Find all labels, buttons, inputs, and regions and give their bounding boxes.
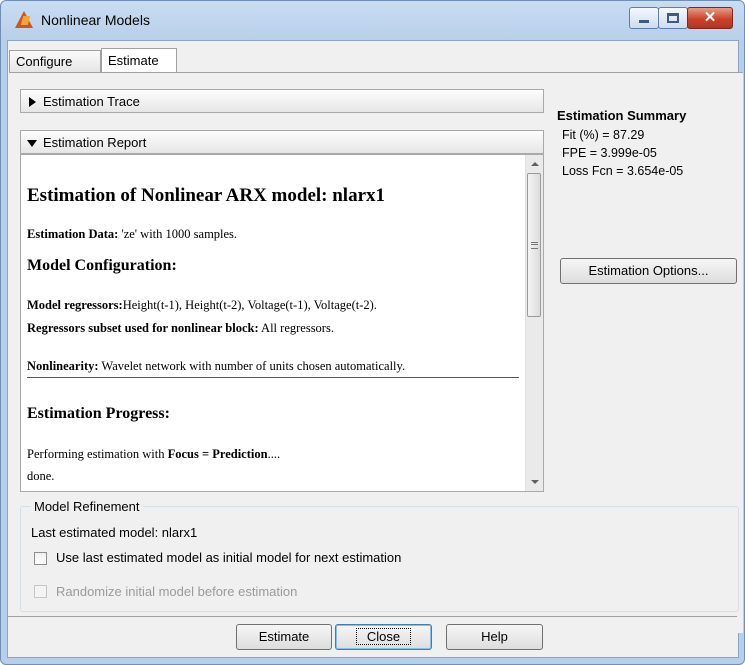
scroll-up-arrow-icon[interactable] [526,155,543,172]
loss-fcn-value: Loss Fcn = 3.654e-05 [562,164,684,178]
nonlinearity-line: Nonlinearity: Wavelet network with numbe… [27,359,405,374]
done-line: done. [27,469,55,483]
use-last-model-label[interactable]: Use last estimated model as initial mode… [56,550,401,565]
grip-icon [531,242,538,249]
minimize-icon [639,20,649,23]
nonlinearity-value: Wavelet network with number of units cho… [98,359,406,373]
estimation-report-panel[interactable]: Estimation of Nonlinear ARX model: nlarx… [20,154,544,492]
minimize-button[interactable] [629,7,659,29]
report-title: Estimation of Nonlinear ARX model: nlarx… [27,185,386,206]
estimation-trace-label: Estimation Trace [43,94,140,109]
focus-text: Focus = Prediction [167,447,268,461]
scrollbar-thumb[interactable] [527,173,541,317]
model-configuration-heading: Model Configuration: [27,257,177,274]
tab-configure[interactable]: Configure [9,50,101,72]
performing-prefix: Performing estimation with [27,447,168,461]
window-title: Nonlinear Models [41,12,150,28]
estimation-progress-heading: Estimation Progress: [27,405,170,422]
title-bar[interactable]: Nonlinear Models ✕ [1,1,744,41]
use-last-model-checkbox[interactable] [34,552,47,565]
estimation-data-line: Estimation Data: 'ze' with 1000 samples. [27,227,237,242]
maximize-button[interactable] [658,7,688,29]
collapse-arrow-icon [27,140,37,147]
button-bar-separator [8,616,737,617]
estimation-report-label: Estimation Report [43,135,147,150]
matlab-logo-icon [15,11,33,28]
report-divider [27,377,519,378]
estimation-summary-title: Estimation Summary [557,108,687,123]
nonlinearity-label: Nonlinearity: [27,359,99,373]
expand-arrow-icon [29,97,36,107]
performing-estimation-line: Performing estimation with Focus = Predi… [27,447,280,462]
report-scrollbar[interactable] [525,155,543,491]
estimation-data-value: 'ze' with 1000 samples. [118,227,238,241]
estimate-button[interactable]: Estimate [236,624,332,650]
regressors-subset-label: Regressors subset used for nonlinear blo… [27,321,259,335]
estimation-trace-header[interactable]: Estimation Trace [20,89,544,113]
model-regressors-value: Height(t-1), Height(t-2), Voltage(t-1), … [122,298,377,312]
performing-suffix: .... [267,447,281,461]
estimation-data-label: Estimation Data: [27,227,119,241]
last-estimated-model-text: Last estimated model: nlarx1 [31,525,198,540]
estimation-report-header[interactable]: Estimation Report [20,130,544,154]
randomize-initial-model-label: Randomize initial model before estimatio… [56,584,298,599]
fpe-value: FPE = 3.999e-05 [562,146,657,160]
model-refinement-legend: Model Refinement [31,499,143,514]
model-regressors-line: Model regressors:Height(t-1), Height(t-2… [27,298,377,313]
close-button-label: Close [355,628,412,645]
fit-value: Fit (%) = 87.29 [562,128,645,142]
scroll-down-arrow-icon[interactable] [526,474,543,491]
estimation-options-button[interactable]: Estimation Options... [560,258,737,284]
window-close-button[interactable]: ✕ [687,7,733,29]
close-icon: ✕ [703,9,717,26]
help-button[interactable]: Help [446,624,543,650]
model-regressors-label: Model regressors: [27,298,123,312]
regressors-subset-line: Regressors subset used for nonlinear blo… [27,321,334,336]
tab-estimate[interactable]: Estimate [101,48,177,72]
randomize-initial-model-checkbox [34,585,47,598]
regressors-subset-value: All regressors. [258,321,334,335]
close-button[interactable]: Close [335,624,432,650]
maximize-icon [667,13,679,23]
